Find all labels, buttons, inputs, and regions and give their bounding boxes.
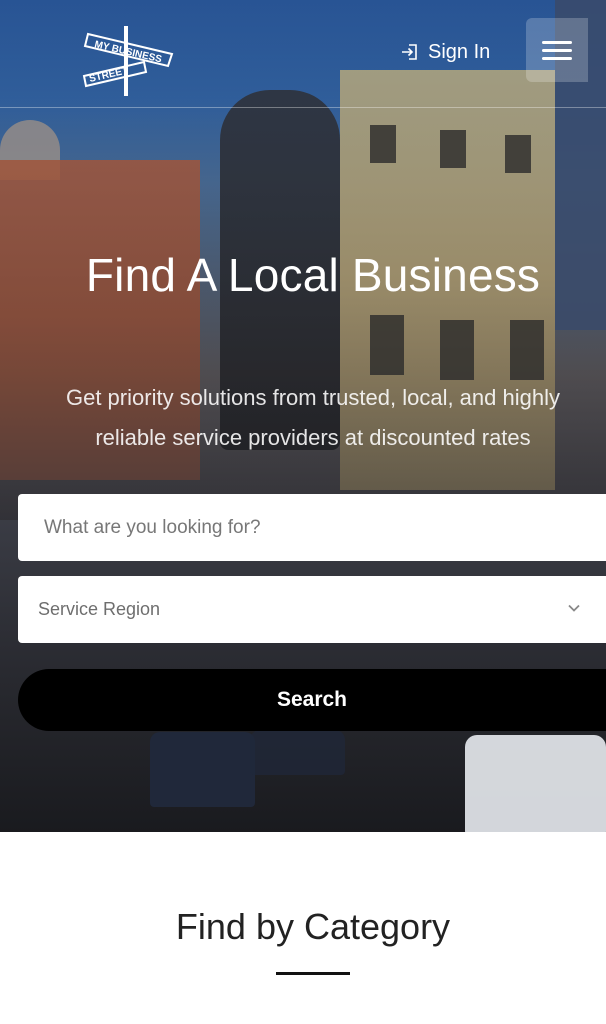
service-region-select[interactable]: Service Region (18, 576, 606, 643)
background-window (370, 315, 404, 375)
search-input[interactable] (18, 494, 606, 561)
background-car (150, 732, 255, 807)
chevron-down-icon (568, 604, 580, 612)
hero-subtitle: Get priority solutions from trusted, loc… (0, 378, 606, 458)
section-divider (276, 972, 350, 975)
hero-section: MY BUSINESS STREET Sign In Find A Local … (0, 0, 606, 832)
hero-title: Find A Local Business (85, 249, 541, 301)
background-window (440, 130, 466, 168)
hero-subtitle-line: Get priority solutions from trusted, loc… (65, 385, 560, 410)
background-window (510, 320, 544, 380)
sign-in-label: Sign In (428, 40, 491, 63)
search-button[interactable]: Search (18, 669, 606, 731)
sign-in-icon (402, 44, 417, 60)
background-car (250, 730, 345, 775)
site-header: MY BUSINESS STREET Sign In (0, 0, 606, 108)
background-window (505, 135, 531, 173)
logo-street-sign-icon: MY BUSINESS STREET (82, 26, 174, 96)
brand-logo[interactable]: MY BUSINESS STREET (80, 24, 180, 96)
category-section-title: Find by Category (175, 906, 451, 947)
svg-text:STREET: STREET (88, 65, 129, 85)
hero-subtitle-line: reliable service providers at discounted… (95, 425, 531, 450)
hamburger-menu-icon (542, 36, 572, 65)
service-region-value: Service Region (38, 599, 161, 619)
background-window (370, 125, 396, 163)
background-car (465, 735, 606, 832)
sign-in-link[interactable]: Sign In (400, 38, 490, 66)
background-window (440, 320, 474, 380)
menu-button[interactable] (526, 18, 588, 82)
